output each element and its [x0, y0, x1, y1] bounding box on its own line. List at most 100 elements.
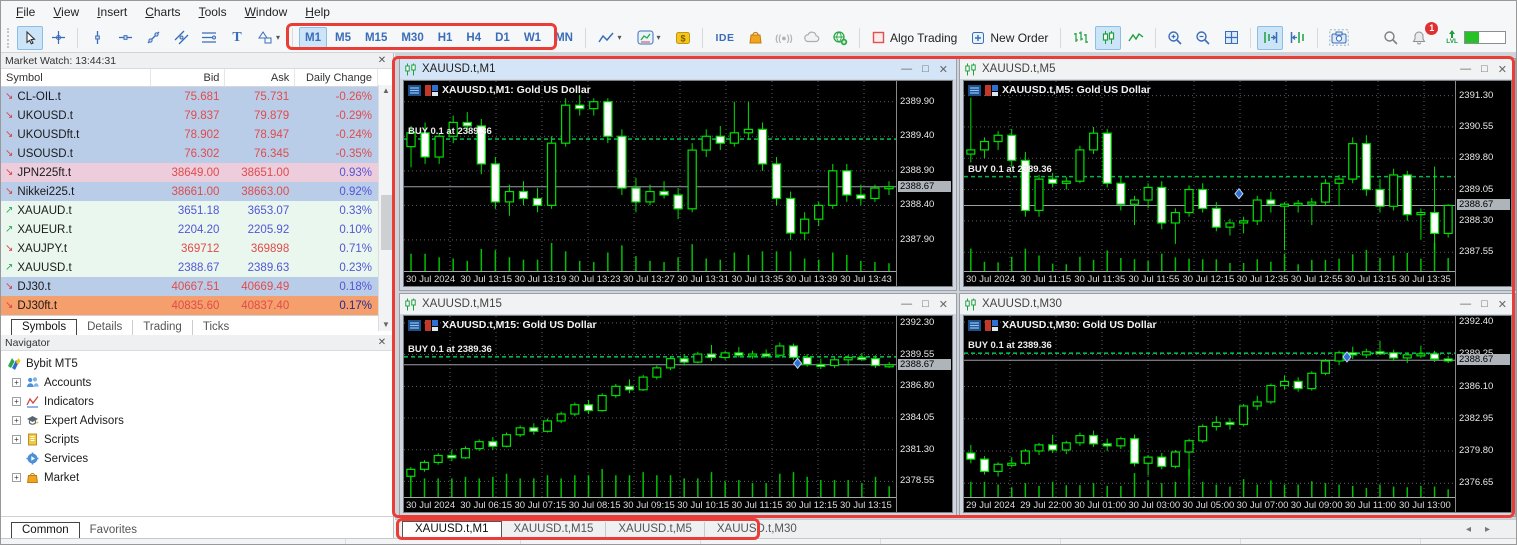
time-axis[interactable]: 30 Jul 2024 30 Jul 13:15 30 Jul 13:19 30 Ju…: [404, 271, 896, 286]
scrollbar-thumb[interactable]: [381, 195, 392, 250]
time-axis[interactable]: 29 Jul 2024 29 Jul 22:00 30 Jul 01:00 30 Ju…: [964, 497, 1455, 512]
close-button[interactable]: ✕: [1498, 298, 1507, 311]
ide-button[interactable]: IDE: [709, 26, 741, 50]
expand-icon[interactable]: +: [12, 435, 21, 444]
shift-chart-back-button[interactable]: [1285, 26, 1311, 50]
table-row-ukousd.t[interactable]: ↘ UKOUSD.t 79.837 79.879 -0.29%: [1, 106, 393, 125]
table-row-dj30ft.t[interactable]: ↘ DJ30ft.t 40835.60 40837.40 0.17%: [1, 296, 393, 315]
line-chart-mode-button[interactable]: [1123, 26, 1149, 50]
screenshot-button[interactable]: [1324, 26, 1354, 50]
timeframe-button-mn[interactable]: MN: [549, 27, 579, 49]
sidebar-item-expert-advisors[interactable]: + Expert Advisors: [5, 411, 393, 430]
menu-item-help[interactable]: Help: [296, 2, 339, 22]
algo-trading-button[interactable]: Algo Trading: [865, 26, 964, 50]
close-button[interactable]: ✕: [1498, 63, 1507, 76]
crosshair-tool-button[interactable]: [45, 26, 71, 50]
channel-tool-button[interactable]: [168, 26, 194, 50]
tab-ticks[interactable]: Ticks: [191, 320, 239, 335]
menu-item-view[interactable]: View: [44, 2, 88, 22]
navigator-root-bybit-mt5[interactable]: Bybit MT5: [5, 354, 393, 373]
scroll-up-icon[interactable]: ▲: [379, 85, 393, 97]
zoom-out-button[interactable]: [1190, 26, 1216, 50]
market-store-button[interactable]: [743, 26, 769, 50]
sidebar-item-scripts[interactable]: + Scripts: [5, 430, 393, 449]
sidebar-item-indicators[interactable]: + Indicators: [5, 392, 393, 411]
expand-icon[interactable]: +: [12, 378, 21, 387]
candlestick-mode-button[interactable]: [1095, 25, 1122, 50]
tab-trading[interactable]: Trading: [132, 320, 192, 335]
maximize-button[interactable]: □: [1481, 63, 1488, 76]
chart-objects-button[interactable]: ▾: [630, 26, 668, 50]
table-row-nikkei225.t[interactable]: ↘ Nikkei225.t 38661.00 38663.00 0.92%: [1, 182, 393, 201]
sidebar-item-services[interactable]: Services: [5, 449, 393, 468]
expand-icon[interactable]: +: [12, 473, 21, 482]
table-row-jpn225ft.t[interactable]: ↘ JPN225ft.t 38649.00 38651.00 0.93%: [1, 163, 393, 182]
chart-titlebar[interactable]: XAUUSD.t,M1 — □ ✕: [400, 59, 956, 79]
levels-indicator[interactable]: LVL: [1446, 29, 1458, 46]
bar-chart-mode-button[interactable]: [1067, 26, 1093, 50]
table-row-cl-oil.t[interactable]: ↘ CL-OIL.t 75.681 75.731 -0.26%: [1, 87, 393, 106]
timeframe-button-m1[interactable]: M1: [299, 26, 327, 49]
table-row-xauaud.t[interactable]: ↗ XAUAUD.t 3651.18 3653.07 0.33%: [1, 201, 393, 220]
trendline-tool-button[interactable]: [140, 26, 166, 50]
market-watch-scrollbar[interactable]: ▲ ▼: [378, 85, 393, 331]
text-tool-button[interactable]: T: [224, 26, 250, 50]
price-axis[interactable]: 2392.402389.252386.102382.952379.802376.…: [1455, 316, 1511, 512]
candlestick-plot[interactable]: XAUUSD.t,M5: Gold US Dollar BUY 0.1 at 2…: [964, 81, 1455, 271]
column-header-bid[interactable]: Bid: [151, 69, 226, 86]
price-axis[interactable]: 2391.30 2390.55 2389.80 2389.05 2388.30 2387.…: [1455, 81, 1511, 286]
chart-window-xauusd-m5[interactable]: XAUUSD.t,M5 — □ ✕ XAUUSD.t,M5: Gold US Dol…: [959, 58, 1516, 291]
column-header-ask[interactable]: Ask: [225, 69, 296, 86]
minimize-button[interactable]: —: [1460, 63, 1471, 76]
menu-item-insert[interactable]: Insert: [88, 2, 136, 22]
timeframe-button-d1[interactable]: D1: [489, 27, 516, 49]
time-axis[interactable]: 30 Jul 2024 30 Jul 06:15 30 Jul 07:15 30 Ju…: [404, 497, 896, 512]
community-button[interactable]: [827, 26, 853, 50]
vertical-line-tool-button[interactable]: [84, 26, 110, 50]
table-row-xaujpy.t[interactable]: ↘ XAUJPY.t 369712 369898 0.71%: [1, 239, 393, 258]
search-button[interactable]: [1378, 26, 1404, 50]
table-row-xaueur.t[interactable]: ↗ XAUEUR.t 2204.20 2205.92 0.10%: [1, 220, 393, 239]
close-icon[interactable]: ✕: [375, 55, 389, 66]
chart-tab-xauusd-t-m15[interactable]: XAUUSD.t,M15: [502, 522, 606, 537]
sidebar-item-accounts[interactable]: + Accounts: [5, 373, 393, 392]
column-header-daily-change[interactable]: Daily Change: [295, 69, 378, 86]
maximize-button[interactable]: □: [1481, 298, 1488, 311]
indicators-button[interactable]: ▾: [592, 26, 628, 50]
table-row-dj30.t[interactable]: ↘ DJ30.t 40667.51 40669.49 0.18%: [1, 277, 393, 296]
table-row-usousd.t[interactable]: ↘ USOUSD.t 76.302 76.345 -0.35%: [1, 144, 393, 163]
candlestick-plot[interactable]: XAUUSD.t,M15: Gold US Dollar BUY 0.1 at …: [404, 316, 896, 497]
candlestick-plot[interactable]: XAUUSD.t,M30: Gold US Dollar BUY 0.1 at …: [964, 316, 1455, 497]
vps-button[interactable]: [799, 26, 825, 50]
menu-item-window[interactable]: Window: [236, 2, 297, 22]
timeframe-button-h4[interactable]: H4: [460, 27, 487, 49]
chart-tab-xauusd-t-m1[interactable]: XAUUSD.t,M1: [402, 520, 502, 538]
menu-item-file[interactable]: File: [7, 2, 44, 22]
chart-window-xauusd-m30[interactable]: XAUUSD.t,M30 — □ ✕ XAUUSD.t,M30: Gold US D…: [959, 293, 1516, 517]
column-header-symbol[interactable]: Symbol: [1, 69, 151, 86]
sidebar-item-market[interactable]: + Market: [5, 468, 393, 487]
timeframe-button-m15[interactable]: M15: [359, 27, 393, 49]
price-axis[interactable]: 2389.90 2389.40 2388.90 2388.40 2387.90 2388.…: [896, 81, 952, 286]
minimize-button[interactable]: —: [901, 298, 912, 311]
tab-favorites[interactable]: Favorites: [80, 523, 147, 538]
maximize-button[interactable]: □: [922, 63, 929, 76]
zoom-in-button[interactable]: [1162, 26, 1188, 50]
time-axis[interactable]: 30 Jul 2024 30 Jul 11:15 30 Jul 11:35 30 Ju…: [964, 271, 1455, 286]
signals-button[interactable]: ((●)): [771, 26, 797, 50]
menu-item-tools[interactable]: Tools: [190, 2, 236, 22]
close-button[interactable]: ✕: [939, 63, 948, 76]
chart-window-xauusd-m1[interactable]: XAUUSD.t,M1 — □ ✕ XAUUSD.t,M1: Gold US Dol…: [399, 58, 957, 291]
table-row-xauusd.t[interactable]: ↗ XAUUSD.t 2388.67 2389.63 0.23%: [1, 258, 393, 277]
maximize-button[interactable]: □: [922, 298, 929, 311]
fibonacci-tool-button[interactable]: [196, 26, 222, 50]
new-order-button[interactable]: New Order: [964, 26, 1055, 50]
timeframe-button-m5[interactable]: M5: [329, 27, 357, 49]
chart-window-xauusd-m15[interactable]: XAUUSD.t,M15 — □ ✕ XAUUSD.t,M15: Gold US D…: [399, 293, 957, 517]
chart-tab-xauusd-t-m5[interactable]: XAUUSD.t,M5: [605, 521, 704, 537]
price-axis[interactable]: 2392.30 2389.55 2386.80 2384.05 2381.30 2378.…: [896, 316, 952, 512]
minimize-button[interactable]: —: [1460, 298, 1471, 311]
chart-tab-xauusd-t-m30[interactable]: XAUUSD.t,M30: [703, 521, 809, 537]
timeframe-button-h1[interactable]: H1: [432, 27, 459, 49]
close-button[interactable]: ✕: [939, 298, 948, 311]
